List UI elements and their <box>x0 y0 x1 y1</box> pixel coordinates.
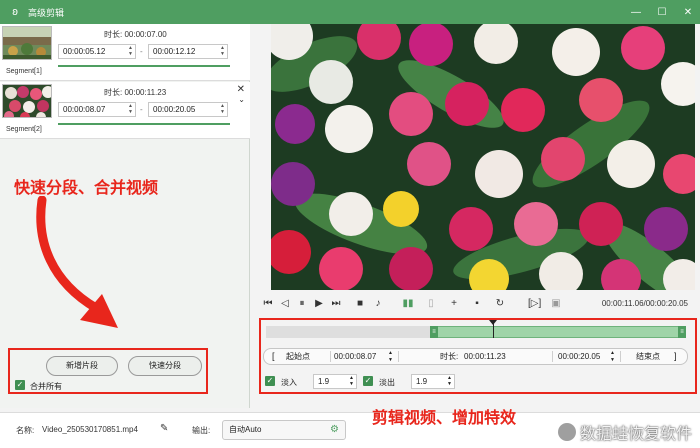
segment-end-field[interactable]: 00:00:20.05 ▲ ▼ <box>148 102 228 117</box>
add-icon[interactable]: + <box>448 297 460 311</box>
timeline-end-handle[interactable]: ≡ <box>678 326 686 338</box>
stepper-icon[interactable]: ▲ ▼ <box>349 375 354 387</box>
output-label: 输出: <box>192 426 211 435</box>
delete-icon[interactable]: ▯ <box>425 297 437 311</box>
app-logo-icon: ʚ <box>12 6 18 18</box>
stepper-icon[interactable]: ▲ ▼ <box>220 103 225 115</box>
stepper-icon[interactable]: ▲ ▼ <box>128 103 133 115</box>
copy-icon[interactable]: ▪ <box>471 297 483 311</box>
annotation-right: 剪辑视频、增加特效 <box>372 410 517 427</box>
segment-item[interactable]: Segment[2] 时长: 00:00:11.23 00:00:08.07 ▲… <box>0 82 250 139</box>
fade-controls: ✓ 淡入 1.9 ▲ ▼ ✓ 淡出 1.9 ▲ ▼ <box>263 374 473 389</box>
segment-label: Segment[2] <box>6 126 42 133</box>
fade-in-label: 淡入 <box>281 378 297 387</box>
playback-controls: ⏮ ◁ ⏸ ▶ ⏭ ■ ♪ ▮▮ ▯ + ▪ ↻ [▷] ▣ 00:00:11.… <box>262 297 700 311</box>
quick-split-button[interactable]: 快速分段 <box>128 356 202 376</box>
range-start-field[interactable]: 00:00:08.07 <box>334 349 376 364</box>
playhead[interactable] <box>493 322 494 338</box>
tulip-video-frame <box>271 24 695 290</box>
fade-out-label: 淡出 <box>379 378 395 387</box>
title-bar: ʚ 高级剪辑 — ☐ ✕ <box>0 0 700 24</box>
segment-item[interactable]: Segment[1] 时长: 00:00:07.00 00:00:05.12 ▲… <box>0 24 250 81</box>
fade-in-field[interactable]: 1.9 ▲ ▼ <box>313 374 357 389</box>
stepper-icon[interactable]: ▲ ▼ <box>610 350 615 365</box>
name-label: 名称: <box>16 426 35 435</box>
red-arrow-icon <box>36 196 118 328</box>
close-icon[interactable]: ✕ <box>682 6 694 18</box>
merge-all-checkbox[interactable]: ✓ <box>15 380 25 390</box>
timeline-track[interactable]: ≡ ≡ <box>266 320 686 338</box>
output-select[interactable]: 自动Auto ⚙ <box>222 420 346 440</box>
end-point-button[interactable]: 结束点 <box>636 349 660 364</box>
segment-end-field[interactable]: 00:00:12.12 ▲ ▼ <box>148 44 228 59</box>
pause-icon[interactable]: ⏸ <box>296 297 308 311</box>
file-name: Video_250530170851.mp4 <box>42 425 138 434</box>
remove-segment-icon[interactable]: ✕ <box>237 84 245 95</box>
annotation-left: 快速分段、合并视频 <box>14 180 159 197</box>
segment-duration: 时长: 00:00:07.00 <box>104 30 167 39</box>
stepper-icon[interactable]: ▲ ▼ <box>447 375 452 387</box>
fade-out-field[interactable]: 1.9 ▲ ▼ <box>411 374 455 389</box>
segment-thumbnail <box>2 84 52 118</box>
stepper-icon[interactable]: ▲ ▼ <box>388 350 393 365</box>
segment-progress-bar <box>58 123 230 125</box>
snapshot-icon[interactable]: ▣ <box>550 297 562 311</box>
range-duration-value: 00:00:11.23 <box>464 352 506 361</box>
segment-thumbnail <box>2 26 52 60</box>
time-readout: 00:00:11.06/00:00:20.05 <box>601 299 688 308</box>
stop-icon[interactable]: ■ <box>354 297 366 311</box>
fade-out-checkbox[interactable]: ✓ <box>363 376 373 386</box>
segment-start-field[interactable]: 00:00:05.12 ▲ ▼ <box>58 44 136 59</box>
segment-progress-bar <box>58 65 230 67</box>
bracket-right-icon: ] <box>674 351 677 361</box>
maximize-icon[interactable]: ☐ <box>656 6 668 18</box>
range-dash: - <box>140 105 143 114</box>
step-back-icon[interactable]: ◁ <box>279 297 291 311</box>
volume-icon[interactable]: ♪ <box>372 297 384 311</box>
range-dash: - <box>140 47 143 56</box>
skip-to-end-icon[interactable]: ⏭ <box>330 297 342 311</box>
fade-in-checkbox[interactable]: ✓ <box>265 376 275 386</box>
bracket-left-icon: [ <box>272 351 275 361</box>
range-duration-label: 时长: <box>440 352 459 361</box>
reset-icon[interactable]: ↻ <box>494 297 506 311</box>
segment-duration: 时长: 00:00:11.23 <box>104 88 167 97</box>
start-point-button[interactable]: 起始点 <box>286 349 310 364</box>
video-preview[interactable] <box>271 24 695 290</box>
merge-all-label: 合并所有 <box>30 382 62 391</box>
bottom-bar: 名称: Video_250530170851.mp4 ✎ 输出: 自动Auto … <box>0 412 700 448</box>
step-forward-icon[interactable]: ▶ <box>313 297 325 311</box>
timeline-start-handle[interactable]: ≡ <box>430 326 438 338</box>
split-icon[interactable]: ▮▮ <box>402 297 414 311</box>
add-segment-button[interactable]: 新增片段 <box>46 356 118 376</box>
timeline-selection[interactable] <box>432 326 686 338</box>
gear-icon[interactable]: ⚙ <box>330 421 339 439</box>
stepper-icon[interactable]: ▲ ▼ <box>128 45 133 57</box>
range-controls: [ 起始点 00:00:08.07 ▲ ▼ 时长: 00:00:11.23 00:… <box>263 348 688 365</box>
mark-in-icon[interactable]: [▷] <box>528 297 541 311</box>
skip-to-start-icon[interactable]: ⏮ <box>262 297 274 311</box>
stepper-icon[interactable]: ▲ ▼ <box>220 45 225 57</box>
range-end-field[interactable]: 00:00:20.05 <box>558 349 600 364</box>
segment-start-field[interactable]: 00:00:08.07 ▲ ▼ <box>58 102 136 117</box>
segment-label: Segment[1] <box>6 68 42 75</box>
watermark-logo-icon <box>557 423 576 441</box>
minimize-icon[interactable]: — <box>630 6 642 18</box>
window-controls: — ☐ ✕ <box>630 0 694 24</box>
watermark: 数据蛙恢复软件 <box>557 420 692 444</box>
chevron-down-icon[interactable]: ⌄ <box>238 95 245 104</box>
edit-name-icon[interactable]: ✎ <box>160 423 168 434</box>
window-title: 高级剪辑 <box>28 7 65 18</box>
